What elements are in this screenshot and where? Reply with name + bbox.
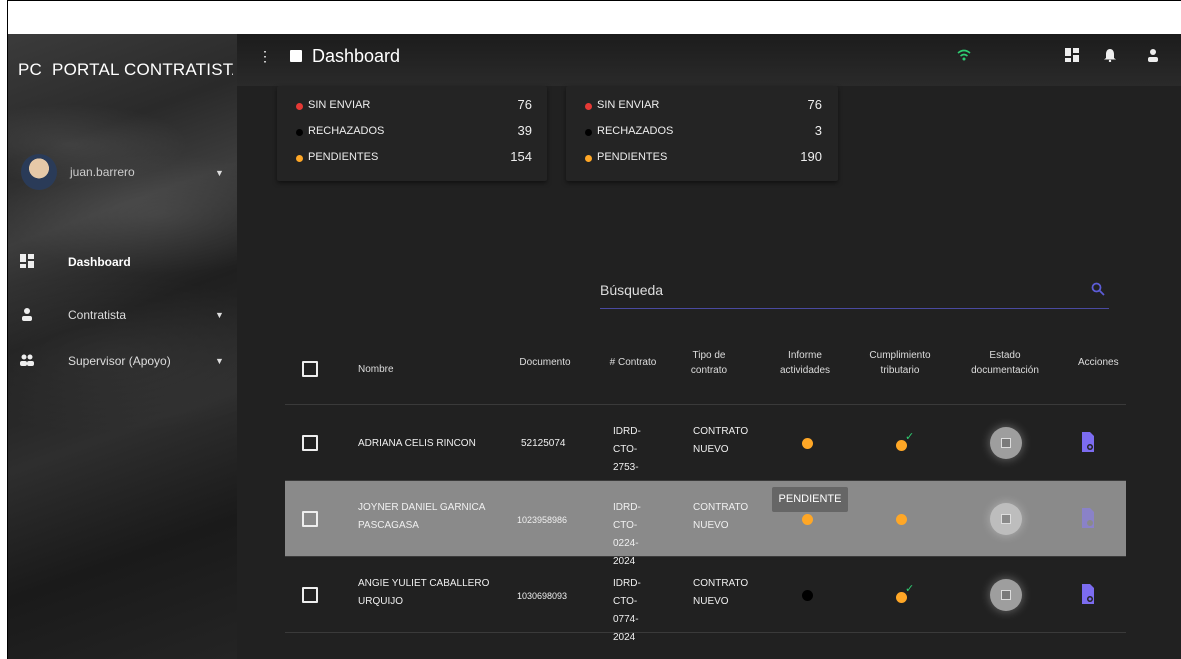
person-icon	[22, 308, 32, 321]
cell-tipo: CONTRATO NUEVO	[693, 578, 749, 607]
row-checkbox[interactable]	[302, 435, 318, 451]
cell-nombre: ANGIE YULIET CABALLERO URQUIJO	[358, 578, 490, 607]
sidebar-item-contratista[interactable]: Contratista ▼	[8, 305, 237, 329]
app-container: PC PORTAL CONTRATISTA juan.barrero ▼ Dash…	[8, 34, 1181, 659]
cell-tipo: CONTRATO NUEVO	[693, 502, 749, 531]
user-menu-chevron-icon[interactable]: ▼	[215, 168, 224, 178]
header-estado[interactable]: Estado documentación	[965, 348, 1045, 378]
cell-documento: 52125074	[521, 438, 566, 449]
search-input[interactable]: Búsqueda	[600, 280, 1109, 309]
table-row[interactable]: ANGIE YULIET CABALLERO URQUIJO 103069809…	[285, 556, 1126, 643]
estado-doc-button[interactable]	[990, 427, 1022, 459]
stat-label: RECHAZADOS	[597, 125, 674, 137]
orange-status-dot	[585, 155, 592, 162]
dashboard-icon	[20, 254, 34, 268]
cell-documento: 1023958986	[517, 515, 568, 525]
brand-abbr: PC	[18, 60, 43, 79]
red-status-dot	[296, 103, 303, 110]
stat-label: SIN ENVIAR	[308, 99, 371, 111]
red-status-dot	[585, 103, 592, 110]
brand: PC PORTAL CONTRATISTA	[18, 60, 233, 80]
dashboard-icon[interactable]	[1065, 48, 1079, 62]
estado-doc-button[interactable]	[990, 503, 1022, 535]
stat-label: PENDIENTES	[308, 151, 379, 163]
stats-card-2: SIN ENVIAR 76 RECHAZADOS 3 PENDIENTES 19…	[566, 86, 838, 181]
top-app-bar: ⋮ Dashboard	[237, 34, 1181, 86]
brand-name: PORTAL CONTRATISTA	[52, 60, 233, 79]
table-row[interactable]: JOYNER DANIEL GARNICA PASCAGASA 10239589…	[285, 480, 1126, 567]
avatar[interactable]	[21, 154, 57, 190]
estado-doc-button[interactable]	[990, 579, 1022, 611]
bell-icon[interactable]	[1103, 48, 1117, 62]
stat-label: SIN ENVIAR	[597, 99, 660, 111]
assignment-icon[interactable]	[1080, 584, 1096, 604]
sidebar-item-supervisor[interactable]: Supervisor (Apoyo) ▼	[8, 351, 237, 375]
informe-status-dot[interactable]	[802, 514, 813, 525]
chevron-down-icon: ▼	[215, 310, 224, 320]
stat-value: 190	[800, 149, 822, 164]
cell-nombre: ADRIANA CELIS RINCON	[358, 438, 476, 449]
stat-value: 3	[814, 123, 822, 138]
stat-label: RECHAZADOS	[308, 125, 385, 137]
check-icon: ✓	[905, 583, 915, 595]
search-icon[interactable]	[1091, 282, 1105, 296]
person-icon[interactable]	[1146, 48, 1160, 62]
top-strip	[8, 1, 1181, 34]
document-icon	[1001, 438, 1011, 448]
table-row[interactable]: ADRIANA CELIS RINCON 52125074 IDRD-CTO-2…	[285, 404, 1126, 491]
assignment-icon[interactable]	[1080, 508, 1096, 528]
black-status-dot	[296, 129, 303, 136]
orange-status-dot	[296, 155, 303, 162]
page-title: Dashboard	[312, 46, 401, 66]
stat-row-rechazados: RECHAZADOS 39	[277, 123, 547, 143]
search-label: Búsqueda	[600, 282, 664, 298]
assignment-icon[interactable]	[1080, 432, 1096, 452]
stat-row-pendientes: PENDIENTES 154	[277, 149, 547, 169]
table-row[interactable]	[285, 632, 1126, 659]
check-icon: ✓	[905, 431, 915, 443]
cumplimiento-status-dot[interactable]	[896, 514, 907, 525]
select-all-checkbox[interactable]	[302, 361, 318, 377]
header-nombre[interactable]: Nombre	[358, 362, 394, 377]
stat-row-sin-enviar: SIN ENVIAR 76	[566, 97, 838, 117]
stat-row-rechazados: RECHAZADOS 3	[566, 123, 838, 143]
header-cumplimiento[interactable]: Cumplimiento tributario	[865, 348, 935, 378]
stats-card-1: SIN ENVIAR 76 RECHAZADOS 39 PENDIENTES 1…	[277, 86, 547, 181]
document-icon	[1001, 590, 1011, 600]
group-icon	[20, 354, 34, 366]
chevron-down-icon: ▼	[215, 356, 224, 366]
dashboard-page-icon	[290, 50, 302, 62]
informe-status-dot[interactable]	[802, 438, 813, 449]
stat-label: PENDIENTES	[597, 151, 668, 163]
informe-status-dot[interactable]	[802, 590, 813, 601]
stat-value: 39	[517, 123, 532, 138]
document-icon	[1001, 514, 1011, 524]
cell-nombre: JOYNER DANIEL GARNICA PASCAGASA	[358, 502, 485, 531]
header-contrato[interactable]: # Contrato	[603, 355, 663, 370]
sidebar: PC PORTAL CONTRATISTA juan.barrero ▼ Dash…	[8, 34, 237, 659]
stat-row-sin-enviar: SIN ENVIAR 76	[277, 97, 547, 117]
stat-value: 76	[807, 97, 822, 112]
black-status-dot	[585, 129, 592, 136]
sidebar-item-dashboard[interactable]: Dashboard	[8, 252, 237, 276]
header-documento[interactable]: Documento	[505, 355, 585, 370]
stat-value: 154	[510, 149, 532, 164]
user-name[interactable]: juan.barrero	[70, 165, 135, 179]
sidebar-item-label: Supervisor (Apoyo)	[68, 354, 171, 368]
row-checkbox[interactable]	[302, 587, 318, 603]
sidebar-item-label: Contratista	[68, 308, 127, 322]
sidebar-item-label: Dashboard	[68, 255, 131, 269]
stat-value: 76	[517, 97, 532, 112]
stat-row-pendientes: PENDIENTES 190	[566, 149, 838, 169]
header-informe[interactable]: Informe actividades	[775, 348, 835, 378]
cell-documento: 1030698093	[517, 591, 568, 601]
more-vert-icon[interactable]: ⋮	[258, 48, 272, 65]
cell-tipo: CONTRATO NUEVO	[693, 426, 749, 455]
header-acciones[interactable]: Acciones	[1078, 355, 1126, 370]
header-tipo[interactable]: Tipo de contrato	[689, 348, 729, 378]
row-checkbox[interactable]	[302, 511, 318, 527]
status-tooltip: PENDIENTE	[772, 487, 848, 512]
wifi-icon[interactable]	[957, 48, 971, 62]
